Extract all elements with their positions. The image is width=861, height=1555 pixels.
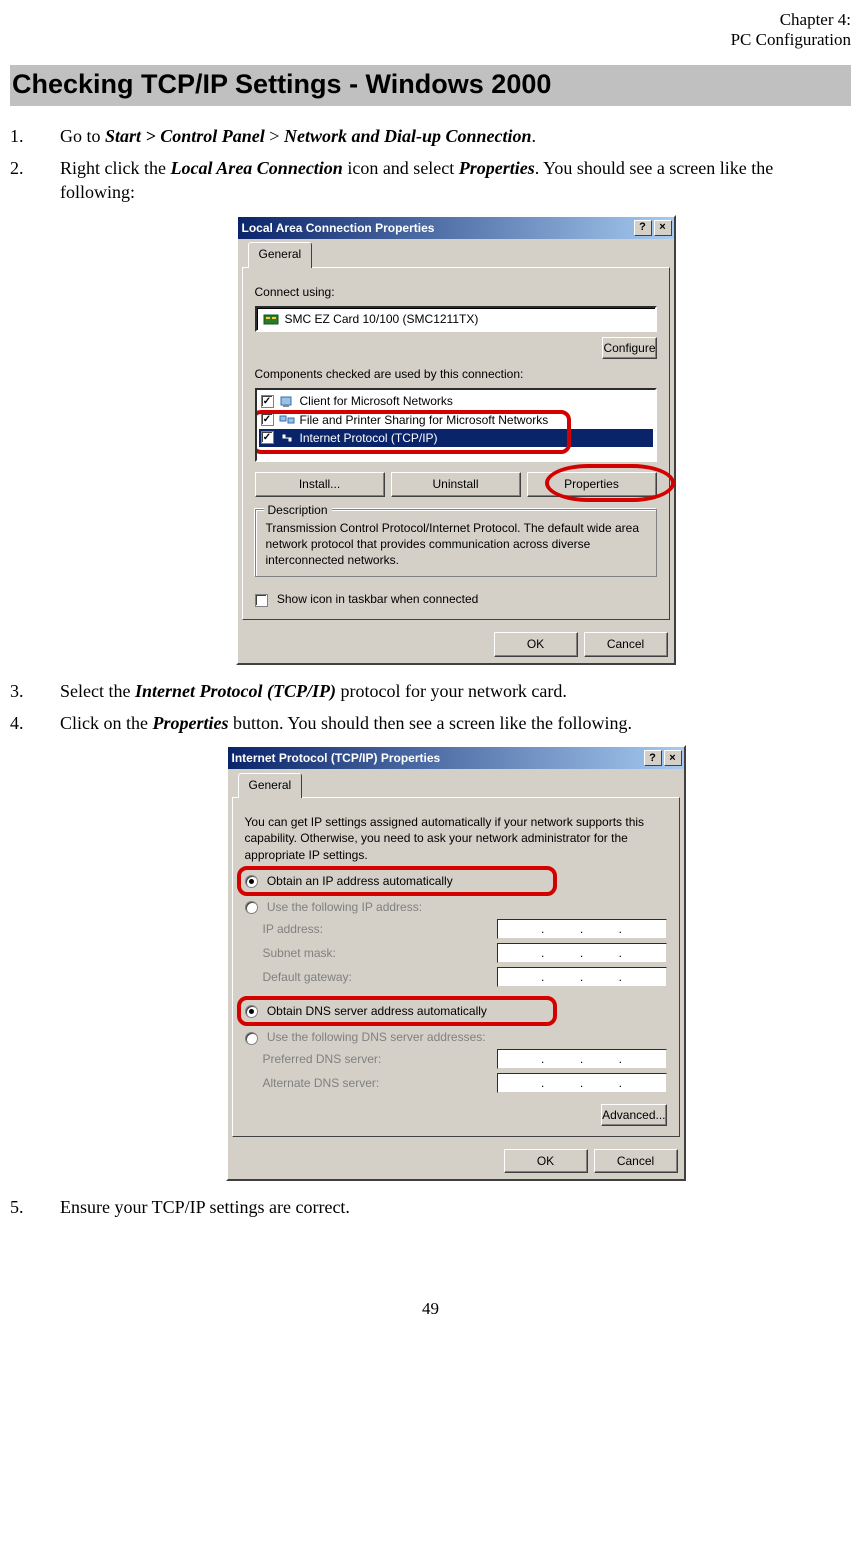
gateway-input: ... — [497, 967, 667, 987]
step-number: 3. — [10, 679, 24, 703]
protocol-icon — [279, 431, 295, 445]
radio-auto-ip[interactable]: Obtain an IP address automatically — [245, 873, 667, 889]
dialog-tcpip-properties: Internet Protocol (TCP/IP) Properties ? … — [226, 745, 686, 1181]
checkbox-icon[interactable]: ✓ — [261, 431, 274, 444]
subnet-label: Subnet mask: — [263, 945, 487, 961]
description-group: Description Transmission Control Protoco… — [255, 509, 657, 578]
list-item[interactable]: ✓ Client for Microsoft Networks — [259, 392, 653, 410]
chapter-label: Chapter 4: — [10, 10, 851, 30]
step-3: 3. Select the Internet Protocol (TCP/IP)… — [10, 679, 851, 703]
radio-icon[interactable] — [245, 901, 258, 914]
tab-general[interactable]: General — [238, 773, 303, 798]
components-list[interactable]: ✓ Client for Microsoft Networks ✓ — [255, 388, 657, 462]
help-button[interactable]: ? — [644, 750, 662, 766]
nic-field: SMC EZ Card 10/100 (SMC1211TX) — [255, 306, 657, 332]
list-item[interactable]: ✓ File and Printer Sharing for Microsoft… — [259, 411, 653, 429]
page-header: Chapter 4: PC Configuration — [10, 10, 851, 51]
step-4: 4. Click on the Properties button. You s… — [10, 711, 851, 1181]
step-number: 4. — [10, 711, 24, 735]
dialog-local-area-connection: Local Area Connection Properties ? × Gen… — [236, 215, 676, 665]
step-number: 2. — [10, 156, 24, 180]
window-title: Local Area Connection Properties — [242, 220, 632, 236]
show-icon-label: Show icon in taskbar when connected — [277, 592, 478, 606]
components-label: Components checked are used by this conn… — [255, 366, 657, 382]
step-1: 1. Go to Start > Control Panel > Network… — [10, 124, 851, 148]
uninstall-button[interactable]: Uninstall — [391, 472, 521, 496]
radio-icon[interactable] — [245, 1032, 258, 1045]
nic-icon — [263, 312, 279, 326]
subnet-input: ... — [497, 943, 667, 963]
alt-dns-input: ... — [497, 1073, 667, 1093]
close-button[interactable]: × — [654, 220, 672, 236]
nic-name: SMC EZ Card 10/100 (SMC1211TX) — [285, 311, 479, 327]
page: Chapter 4: PC Configuration Checking TCP… — [0, 0, 861, 1349]
install-button[interactable]: Install... — [255, 472, 385, 496]
ip-address-label: IP address: — [263, 921, 487, 937]
show-icon-checkbox[interactable] — [255, 594, 268, 607]
help-button[interactable]: ? — [634, 220, 652, 236]
connect-using-label: Connect using: — [255, 284, 657, 300]
description-text: Transmission Control Protocol/Internet P… — [266, 520, 646, 569]
titlebar[interactable]: Internet Protocol (TCP/IP) Properties ? … — [228, 747, 684, 769]
step-number: 5. — [10, 1195, 24, 1219]
radio-auto-dns[interactable]: Obtain DNS server address automatically — [245, 1003, 667, 1019]
advanced-button[interactable]: Advanced... — [601, 1104, 666, 1126]
instruction-list: 1. Go to Start > Control Panel > Network… — [10, 124, 851, 1219]
radio-icon[interactable] — [245, 1005, 258, 1018]
page-number: 49 — [10, 1299, 851, 1319]
pref-dns-input: ... — [497, 1049, 667, 1069]
step-5: 5. Ensure your TCP/IP settings are corre… — [10, 1195, 851, 1219]
window-title: Internet Protocol (TCP/IP) Properties — [232, 750, 642, 766]
ok-button[interactable]: OK — [494, 632, 578, 656]
close-button[interactable]: × — [664, 750, 682, 766]
cancel-button[interactable]: Cancel — [584, 632, 668, 656]
checkbox-icon[interactable]: ✓ — [261, 413, 274, 426]
radio-use-dns[interactable]: Use the following DNS server addresses: — [245, 1029, 667, 1045]
cancel-button[interactable]: Cancel — [594, 1149, 678, 1173]
ip-address-input: ... — [497, 919, 667, 939]
share-icon — [279, 413, 295, 427]
titlebar[interactable]: Local Area Connection Properties ? × — [238, 217, 674, 239]
page-title: Checking TCP/IP Settings - Windows 2000 — [10, 65, 851, 106]
step-2: 2. Right click the Local Area Connection… — [10, 156, 851, 664]
list-item-tcpip[interactable]: ✓ Internet Protocol (TCP/IP) — [259, 429, 653, 447]
gateway-label: Default gateway: — [263, 969, 487, 985]
pref-dns-label: Preferred DNS server: — [263, 1051, 487, 1067]
alt-dns-label: Alternate DNS server: — [263, 1075, 487, 1091]
client-icon — [279, 395, 295, 409]
properties-button[interactable]: Properties — [527, 472, 657, 496]
section-label: PC Configuration — [10, 30, 851, 50]
checkbox-icon[interactable]: ✓ — [261, 395, 274, 408]
radio-use-ip[interactable]: Use the following IP address: — [245, 899, 667, 915]
radio-icon[interactable] — [245, 875, 258, 888]
configure-button[interactable]: Configure — [602, 337, 656, 359]
show-icon-row[interactable]: Show icon in taskbar when connected — [255, 591, 657, 607]
step-number: 1. — [10, 124, 24, 148]
tab-general[interactable]: General — [248, 242, 313, 267]
ok-button[interactable]: OK — [504, 1149, 588, 1173]
intro-text: You can get IP settings assigned automat… — [245, 814, 667, 863]
description-legend: Description — [264, 502, 332, 518]
